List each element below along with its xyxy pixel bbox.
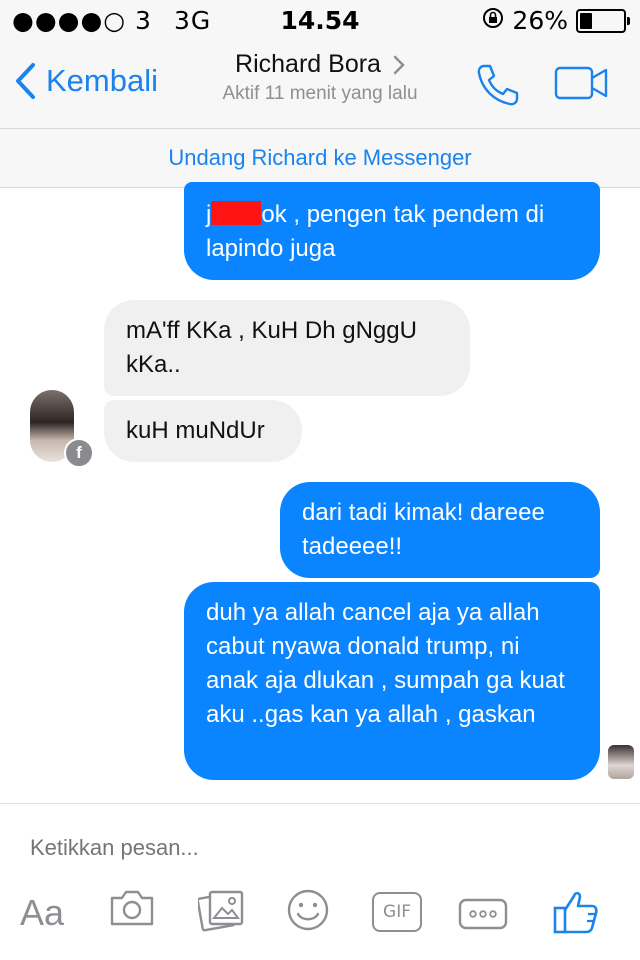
photo-gallery-icon[interactable] bbox=[196, 888, 244, 937]
seen-avatar bbox=[608, 745, 634, 779]
message-bubble-outgoing[interactable]: duh ya allah cancel aja ya allah cabut n… bbox=[184, 582, 600, 780]
contact-status: Aktif 11 menit yang lalu bbox=[222, 83, 418, 104]
contact-info[interactable]: Richard Bora Aktif 11 menit yang lalu bbox=[170, 50, 470, 105]
rotation-lock-icon bbox=[482, 6, 504, 35]
facebook-badge-icon: f bbox=[64, 438, 94, 468]
message-text: mA'ff KKa , KuH Dh gNggU kKa.. bbox=[126, 317, 417, 378]
battery-percent: 26% bbox=[512, 6, 568, 35]
message-input[interactable] bbox=[30, 828, 590, 868]
aa-label: Aa bbox=[20, 892, 65, 933]
message-bubble-incoming[interactable]: kuH muNdUr bbox=[104, 400, 302, 462]
composer-divider bbox=[0, 803, 640, 804]
chevron-right-icon bbox=[393, 55, 405, 74]
message-bubble-outgoing[interactable]: j ok , pengen tak pendem di lapindo juga bbox=[184, 182, 600, 280]
thumbs-up-icon[interactable] bbox=[552, 888, 600, 941]
message-bubble-incoming[interactable]: mA'ff KKa , KuH Dh gNggU kKa.. bbox=[104, 300, 470, 396]
contact-name: Richard Bora bbox=[235, 50, 381, 78]
status-bar: ●●●●○ 3 3G 14.54 26% bbox=[0, 0, 640, 40]
text-format-icon[interactable]: Aa bbox=[20, 892, 64, 934]
camera-icon[interactable] bbox=[108, 888, 156, 933]
message-text: duh ya allah cancel aja ya allah cabut n… bbox=[206, 599, 565, 728]
chevron-left-icon bbox=[16, 63, 35, 99]
conversation-header: Kembali Richard Bora Aktif 11 menit yang… bbox=[0, 40, 640, 129]
message-bubble-outgoing[interactable]: dari tadi kimak! dareee tadeeee!! bbox=[280, 482, 600, 578]
message-text: kuH muNdUr bbox=[126, 417, 265, 444]
more-icon[interactable] bbox=[458, 898, 508, 935]
smiley-icon[interactable] bbox=[286, 888, 330, 937]
message-text: dari tadi kimak! dareee tadeeee!! bbox=[302, 499, 545, 560]
redaction-mark bbox=[211, 201, 262, 225]
video-camera-icon[interactable] bbox=[554, 66, 610, 107]
back-label: Kembali bbox=[46, 63, 158, 98]
back-button[interactable]: Kembali bbox=[14, 62, 158, 100]
battery-icon bbox=[576, 8, 630, 33]
invite-to-messenger-link[interactable]: Undang Richard ke Messenger bbox=[0, 129, 640, 188]
phone-icon[interactable] bbox=[474, 62, 520, 113]
gif-icon[interactable]: GIF bbox=[372, 892, 422, 932]
gif-label: GIF bbox=[372, 892, 422, 932]
